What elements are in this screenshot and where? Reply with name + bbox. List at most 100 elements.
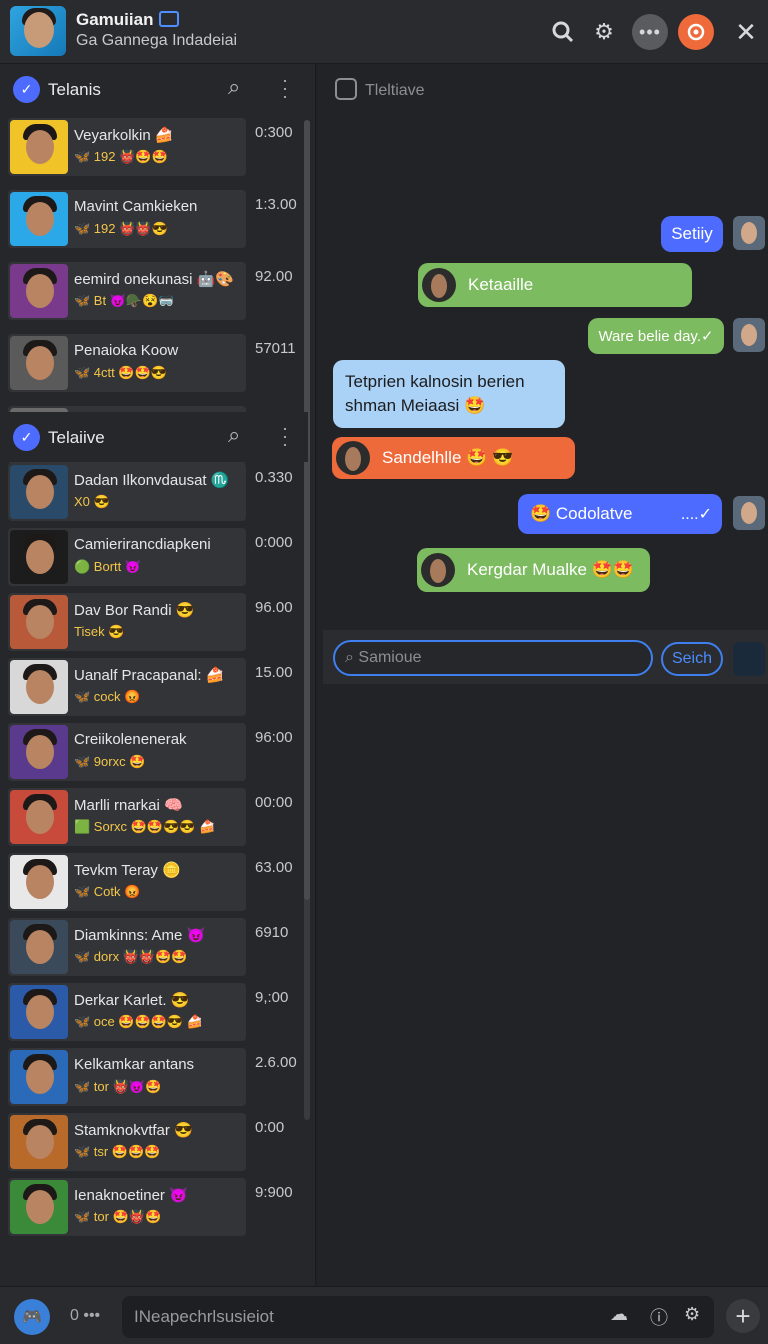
- chat-list-item[interactable]: Penaioka Koow 🦋 4ctt 🤩🤩😎: [8, 334, 246, 392]
- message-bubble-outgoing[interactable]: Setiiy: [661, 216, 723, 252]
- composer-placeholder: Samioue: [358, 649, 422, 666]
- message-bubble-incoming[interactable]: Kergdar Mualke 🤩🤩: [417, 548, 650, 592]
- app-avatar[interactable]: [10, 6, 66, 56]
- chat-name: Dav Bor Randi 😎: [74, 602, 195, 619]
- add-icon[interactable]: +: [726, 1299, 760, 1333]
- chat-preview: 🦋 tor 👹😈🤩: [74, 1079, 162, 1094]
- more-vertical-icon[interactable]: · · ·: [282, 419, 288, 453]
- search-icon[interactable]: [545, 14, 581, 50]
- avatar[interactable]: [733, 216, 765, 250]
- chat-time: 63.00: [255, 859, 293, 876]
- gear-icon[interactable]: ⚙: [586, 14, 622, 50]
- message-text: Ware belie day.✓: [598, 328, 714, 345]
- section-title: Telaiive: [48, 428, 105, 447]
- chat-list-item[interactable]: Dadan Ilkonvdausat ♏ X0 😎: [8, 463, 246, 521]
- chat-list-item[interactable]: Uanalf Pracapanal: 🍰 🦋 cock 😡: [8, 658, 246, 716]
- section-header-telaiive[interactable]: ✓ Telaiive ⌕ · · ·: [0, 412, 308, 462]
- unread-count: 0 •••: [70, 1307, 101, 1324]
- avatar[interactable]: [733, 496, 765, 530]
- chat-name: Derkar Karlet. 😎: [74, 992, 190, 1009]
- avatar: [10, 725, 68, 779]
- message-bubble-incoming[interactable]: Tetprien kalnosin berien shman Meiaasi 🤩: [333, 360, 565, 428]
- avatar: [10, 1115, 68, 1169]
- chat-list-item[interactable]: Dav Bor Randi 😎 Tisek 😎: [8, 593, 246, 651]
- chat-preview: 🦋 192 👹🤩🤩: [74, 149, 168, 164]
- chat-name: Kelkamkar antans: [74, 1056, 195, 1073]
- check-icon: ✓: [13, 76, 40, 103]
- avatar: [10, 336, 68, 390]
- message-bubble-incoming[interactable]: Ketaaille: [418, 263, 692, 307]
- chat-time: 0.330: [255, 469, 293, 486]
- message-bubble-incoming[interactable]: Sandelhlle 🤩 😎: [332, 437, 575, 479]
- search-icon[interactable]: ⌕: [228, 74, 240, 100]
- avatar: [10, 660, 68, 714]
- message-text: Setiiy: [671, 224, 713, 243]
- chat-name: Uanalf Pracapanal: 🍰: [74, 667, 225, 684]
- avatar: [421, 553, 455, 587]
- check-icon: ✓: [13, 424, 40, 451]
- chat-name: Marlli rnarkai 🧠: [74, 797, 183, 814]
- close-icon[interactable]: ✕: [728, 14, 764, 50]
- chat-list-item[interactable]: Veyarkolkin 🍰 🦋 192 👹🤩🤩: [8, 118, 246, 176]
- message-text: Kergdar Mualke 🤩🤩: [467, 560, 635, 579]
- scrollbar-thumb[interactable]: [304, 120, 310, 900]
- chat-preview: X0 😎: [74, 494, 110, 509]
- settings-icon[interactable]: ⚙: [684, 1304, 700, 1325]
- chat-time: 1:3.00: [255, 196, 297, 213]
- chat-preview: 🦋 dorx 👹👹🤩🤩: [74, 949, 188, 964]
- search-icon[interactable]: ⌕: [228, 422, 240, 448]
- chat-time: 00:00: [255, 794, 293, 811]
- search-input[interactable]: ⌕ Samioue: [333, 640, 653, 676]
- message-composer: ⌕ Samioue Seich: [323, 630, 768, 684]
- chat-time: 6910: [255, 924, 289, 941]
- sidebar: ✓ Telanis ⌕ · · · Veyarkolkin 🍰 🦋 192 👹🤩🤩 0:…: [0, 64, 316, 1286]
- call-icon[interactable]: [678, 14, 714, 50]
- avatar[interactable]: [733, 642, 765, 676]
- avatar: [10, 1050, 68, 1104]
- chat-list-item[interactable]: Camierirancdiapkeni 🟢 Bortt 😈: [8, 528, 246, 586]
- chat-list-item[interactable]: Marlli rnarkai 🧠 🟩 Sorxc 🤩🤩😎😎 🍰: [8, 788, 246, 846]
- sidebar-scrollbar[interactable]: [304, 120, 310, 1120]
- more-vertical-icon[interactable]: · · ·: [282, 71, 288, 105]
- search-icon: ⌕: [345, 649, 359, 666]
- chat-preview: 🦋 Bt 😈🪖😵🥽: [74, 293, 175, 308]
- chat-time: 2.6.00: [255, 1054, 297, 1071]
- section-header-telanis[interactable]: ✓ Telanis ⌕ · · ·: [0, 64, 308, 114]
- avatar: [10, 192, 68, 246]
- avatar: [336, 441, 370, 475]
- message-bubble-outgoing[interactable]: 🤩 Codolatve ....✓: [518, 494, 722, 534]
- avatar[interactable]: [733, 318, 765, 352]
- chat-list-item[interactable]: Derkar Karlet. 😎 🦋 oce 🤩🤩🤩😎 🍰: [8, 983, 246, 1041]
- avatar: [422, 268, 456, 302]
- emoji-cloud-icon[interactable]: ☁: [610, 1304, 628, 1325]
- avatar: [10, 790, 68, 844]
- more-icon[interactable]: •••: [632, 14, 668, 50]
- chat-preview: 🦋 tor 🤩👹🤩: [74, 1209, 162, 1224]
- chat-name: Tevkm Teray 🪙: [74, 862, 181, 879]
- chat-list-item[interactable]: Tevkm Teray 🪙 🦋 Cotk 😡: [8, 853, 246, 911]
- chat-list-item[interactable]: eemird onekunasi 🤖🎨 🦋 Bt 😈🪖😵🥽: [8, 262, 246, 320]
- chat-list-item[interactable]: Mavint Camkieken 🦋 192 👹👹😎: [8, 190, 246, 248]
- info-icon[interactable]: ⓘ: [650, 1304, 668, 1330]
- chat-list-item[interactable]: Creiikolenenerak 🦋 9orxc 🤩: [8, 723, 246, 781]
- message-bubble-outgoing[interactable]: Ware belie day.✓: [588, 318, 724, 354]
- chat-list-item[interactable]: Stamknokvtfar 😎 🦋 tsr 🤩🤩🤩: [8, 1113, 246, 1171]
- verified-badge-icon: [159, 11, 180, 27]
- chat-name: Stamknokvtfar 😎: [74, 1122, 193, 1139]
- app-subtitle: Ga Gannega Indadeiai: [76, 32, 238, 49]
- chat-time: 9,:00: [255, 989, 289, 1006]
- gamepad-icon[interactable]: 🎮: [14, 1299, 50, 1335]
- send-button[interactable]: Seich: [661, 642, 723, 676]
- avatar: [10, 920, 68, 974]
- chat-time: 96.00: [255, 599, 293, 616]
- avatar: [10, 1180, 68, 1234]
- chat-list-item[interactable]: Kelkamkar antans 🦋 tor 👹😈🤩: [8, 1048, 246, 1106]
- top-bar: Gamuiian Ga Gannega Indadeiai ⚙ ••• ✕: [0, 0, 768, 64]
- chat-list-item[interactable]: Diamkinns: Ame 😈 🦋 dorx 👹👹🤩🤩: [8, 918, 246, 976]
- message-text: 🤩 Codolatve: [530, 504, 633, 523]
- avatar: [10, 855, 68, 909]
- chat-list-item[interactable]: Ienaknoetiner 😈 🦋 tor 🤩👹🤩: [8, 1178, 246, 1236]
- chat-time: 9:900: [255, 1184, 293, 1201]
- app-title: Gamuiian: [76, 10, 180, 30]
- avatar: [10, 985, 68, 1039]
